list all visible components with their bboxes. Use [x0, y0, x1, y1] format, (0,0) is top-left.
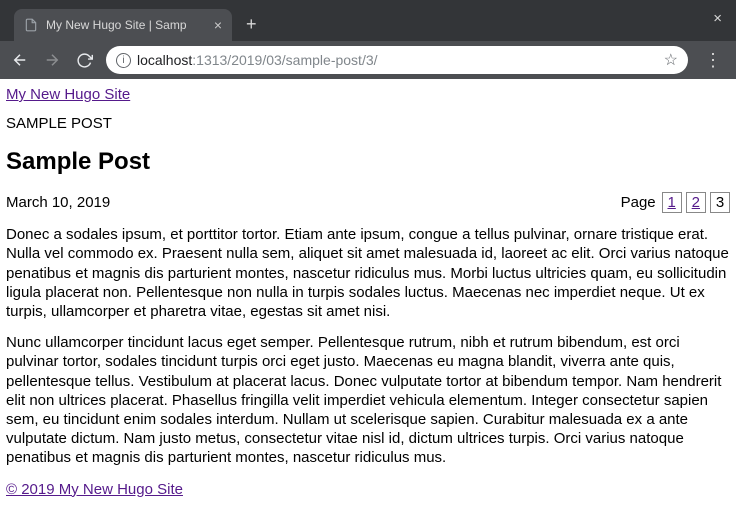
reload-icon	[76, 52, 93, 69]
url-text: localhost:1313/2019/03/sample-post/3/	[137, 52, 378, 68]
site-info-icon[interactable]: i	[116, 53, 131, 68]
site-title-link[interactable]: My New Hugo Site	[6, 85, 130, 104]
pagination-page-3: 3	[710, 192, 730, 213]
post-date: March 10, 2019	[6, 193, 110, 212]
back-button[interactable]	[10, 51, 30, 69]
page-icon	[24, 18, 38, 32]
pagination-page-1[interactable]: 1	[662, 192, 682, 213]
arrow-left-icon	[11, 51, 29, 69]
forward-button[interactable]	[42, 51, 62, 69]
browser-tab[interactable]: My New Hugo Site | Samp ×	[14, 9, 232, 41]
browser-toolbar: i localhost:1313/2019/03/sample-post/3/ …	[0, 41, 736, 79]
tab-strip: My New Hugo Site | Samp × + ×	[0, 0, 736, 41]
url-host: localhost	[137, 52, 192, 68]
browser-menu-button[interactable]: ⋮	[700, 51, 726, 69]
url-path: :1313/2019/03/sample-post/3/	[192, 52, 377, 68]
tab-close-icon[interactable]: ×	[214, 18, 222, 32]
arrow-right-icon	[43, 51, 61, 69]
footer-copyright-link[interactable]: © 2019 My New Hugo Site	[6, 481, 183, 498]
reload-button[interactable]	[74, 52, 94, 69]
post-meta-row: March 10, 2019 Page 1 2 3	[6, 192, 730, 213]
page-content: My New Hugo Site SAMPLE POST Sample Post…	[0, 79, 736, 520]
post-paragraph: Nunc ullamcorper tincidunt lacus eget se…	[6, 333, 730, 467]
window-close-icon[interactable]: ×	[713, 10, 722, 27]
post-paragraph: Donec a sodales ipsum, et porttitor tort…	[6, 225, 730, 321]
post-title: Sample Post	[6, 147, 730, 178]
new-tab-button[interactable]: +	[232, 14, 271, 41]
tab-title: My New Hugo Site | Samp	[46, 18, 206, 32]
breadcrumb: SAMPLE POST	[6, 114, 730, 133]
pagination-label: Page	[621, 193, 656, 212]
address-bar[interactable]: i localhost:1313/2019/03/sample-post/3/ …	[106, 46, 688, 74]
bookmark-star-icon[interactable]: ☆	[664, 50, 678, 70]
pagination: Page 1 2 3	[621, 192, 730, 213]
pagination-page-2[interactable]: 2	[686, 192, 706, 213]
